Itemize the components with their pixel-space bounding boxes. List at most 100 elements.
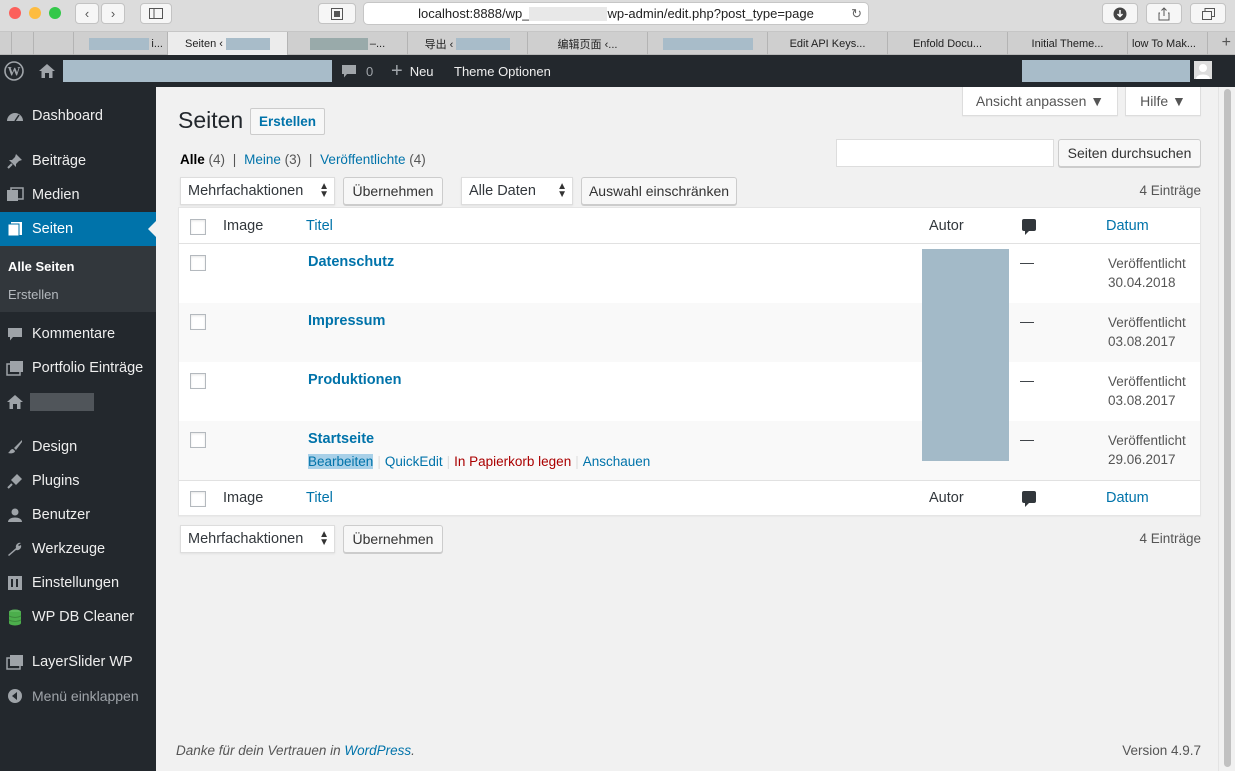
url-bar[interactable]: localhost:8888/wp_ wp-admin/edit.php?post… xyxy=(363,2,869,25)
wordpress-link[interactable]: WordPress xyxy=(344,743,411,758)
main-content: Ansicht anpassen ▼ Hilfe ▼ Seiten Erstel… xyxy=(156,87,1218,771)
filter-mine[interactable]: Meine xyxy=(244,152,281,167)
comments-link[interactable]: 0 xyxy=(341,55,373,87)
browser-tab[interactable]: Initial Theme... xyxy=(1008,32,1128,55)
browser-tab[interactable] xyxy=(648,32,768,55)
screen-options-button[interactable]: Ansicht anpassen ▼ xyxy=(962,87,1118,116)
new-content-link[interactable]: + Neu xyxy=(391,55,434,87)
select-all-checkbox[interactable] xyxy=(190,491,206,507)
home-icon[interactable] xyxy=(38,55,56,87)
view-link[interactable]: Anschauen xyxy=(583,454,651,469)
sidebar-item-pages[interactable]: Seiten xyxy=(0,212,156,246)
row-checkbox[interactable] xyxy=(190,314,206,330)
row-checkbox[interactable] xyxy=(190,373,206,389)
filter-all[interactable]: Alle xyxy=(180,152,205,167)
edit-link[interactable]: Bearbeiten xyxy=(308,454,374,469)
sidebar-item-design[interactable]: Design xyxy=(0,430,156,464)
theme-options-link[interactable]: Theme Optionen xyxy=(454,55,551,87)
minimize-window-button[interactable] xyxy=(29,7,41,19)
row-actions: Bearbeiten | QuickEdit | In Papierkorb legen… xyxy=(308,454,651,469)
row-checkbox[interactable] xyxy=(190,255,206,271)
zoom-window-button[interactable] xyxy=(49,7,61,19)
sidebar-item-portfolio[interactable]: Portfolio Einträge xyxy=(0,351,156,385)
quickedit-link[interactable]: QuickEdit xyxy=(385,454,443,469)
browser-tab[interactable]: low To Mak... xyxy=(1128,32,1208,55)
browser-tab[interactable] xyxy=(34,32,74,55)
submenu-add-new[interactable]: Erstellen xyxy=(8,287,59,302)
sidebar-item-site[interactable] xyxy=(0,385,156,419)
wordpress-logo-icon[interactable]: W xyxy=(4,55,24,87)
apply-bulk-button[interactable]: Übernehmen xyxy=(343,177,443,205)
browser-tab[interactable]: i... xyxy=(74,32,168,55)
svg-text:W: W xyxy=(8,64,21,79)
browser-tab[interactable]: 编辑页面 ‹... xyxy=(528,32,648,55)
browser-tab[interactable] xyxy=(12,32,34,55)
sidebar-item-media[interactable]: Medien xyxy=(0,178,156,212)
row-checkbox[interactable] xyxy=(190,432,206,448)
dates-filter-select[interactable]: Alle Daten ▲ ▼ xyxy=(461,177,573,205)
trash-link[interactable]: In Papierkorb legen xyxy=(454,454,571,469)
avatar[interactable] xyxy=(1194,61,1212,79)
plugin-icon xyxy=(6,472,24,490)
share-icon[interactable] xyxy=(1146,3,1182,24)
column-title-sort[interactable]: Titel xyxy=(306,490,333,506)
sidebar-item-comments[interactable]: Kommentare xyxy=(0,317,156,351)
wrench-icon xyxy=(6,540,24,558)
sidebar-item-plugins[interactable]: Plugins xyxy=(0,464,156,498)
browser-tab[interactable]: 导出 ‹ xyxy=(408,32,528,55)
page-title-link[interactable]: Impressum xyxy=(308,313,385,329)
sidebar-item-posts[interactable]: Beiträge xyxy=(0,144,156,178)
scrollbar-thumb[interactable] xyxy=(1224,89,1231,767)
search-pages-button[interactable]: Seiten durchsuchen xyxy=(1058,139,1201,167)
tabs-overview-icon[interactable] xyxy=(1190,3,1226,24)
help-button[interactable]: Hilfe ▼ xyxy=(1125,87,1201,116)
table-row: Startseite Bearbeiten | QuickEdit | In Papie… xyxy=(179,421,1200,480)
page-scrollbar[interactable] xyxy=(1218,87,1235,771)
page-title-link[interactable]: Startseite xyxy=(308,431,374,447)
comment-bubble-icon xyxy=(342,64,356,77)
page-title-link[interactable]: Produktionen xyxy=(308,372,401,388)
sidebar-toggle-icon[interactable] xyxy=(140,3,172,24)
collapse-menu-button[interactable]: Menü einklappen xyxy=(0,679,156,713)
reader-icon[interactable] xyxy=(318,3,356,24)
browser-tab[interactable]: Enfold Docu... xyxy=(888,32,1008,55)
sidebar-item-dashboard[interactable]: Dashboard xyxy=(0,99,156,133)
sidebar-item-users[interactable]: Benutzer xyxy=(0,498,156,532)
browser-tab[interactable]: Edit API Keys... xyxy=(768,32,888,55)
close-window-button[interactable] xyxy=(9,7,21,19)
browser-tab-active[interactable]: Seiten ‹ xyxy=(168,32,288,55)
sidebar-item-tools[interactable]: Werkzeuge xyxy=(0,532,156,566)
sidebar-item-layerslider[interactable]: LayerSlider WP xyxy=(0,645,156,679)
browser-tab[interactable]: –... xyxy=(288,32,408,55)
comment-count: — xyxy=(1020,254,1034,270)
apply-bulk-button-bottom[interactable]: Übernehmen xyxy=(343,525,443,553)
select-arrows-icon: ▲ ▼ xyxy=(319,529,329,548)
comment-count: — xyxy=(1020,313,1034,329)
account-name-redacted[interactable] xyxy=(1022,60,1190,82)
back-icon[interactable]: ‹ xyxy=(75,3,99,24)
admin-sidebar: Dashboard Beiträge Medien Seiten Alle Se… xyxy=(0,87,156,771)
download-icon[interactable] xyxy=(1102,3,1138,24)
page-title-link[interactable]: Datenschutz xyxy=(308,254,394,270)
column-date-sort[interactable]: Datum xyxy=(1106,218,1149,234)
search-input[interactable] xyxy=(836,139,1054,167)
bulk-actions-select-bottom[interactable]: Mehrfachaktionen ▲ ▼ xyxy=(180,525,335,553)
column-date-sort[interactable]: Datum xyxy=(1106,490,1149,506)
site-name-redacted[interactable] xyxy=(63,60,332,82)
sidebar-item-settings[interactable]: Einstellungen xyxy=(0,566,156,600)
forward-icon[interactable]: › xyxy=(101,3,125,24)
new-tab-icon[interactable]: + xyxy=(1222,34,1231,52)
column-title-sort[interactable]: Titel xyxy=(306,218,333,234)
bulk-actions-select[interactable]: Mehrfachaktionen ▲ ▼ xyxy=(180,177,335,205)
submenu-all-pages[interactable]: Alle Seiten xyxy=(8,259,74,274)
select-all-checkbox[interactable] xyxy=(190,219,206,235)
sidebar-item-wp-db-cleaner[interactable]: WP DB Cleaner xyxy=(0,600,156,634)
filter-button[interactable]: Auswahl einschränken xyxy=(581,177,737,205)
site-label-redacted xyxy=(30,393,94,411)
add-new-page-button[interactable]: Erstellen xyxy=(250,108,326,135)
publish-status: Veröffentlicht 29.06.2017 xyxy=(1108,433,1186,467)
reload-icon[interactable]: ↻ xyxy=(851,6,862,22)
filter-published[interactable]: Veröffentlichte xyxy=(320,152,405,167)
browser-tab[interactable] xyxy=(0,32,12,55)
filter-separator: | xyxy=(308,152,313,167)
